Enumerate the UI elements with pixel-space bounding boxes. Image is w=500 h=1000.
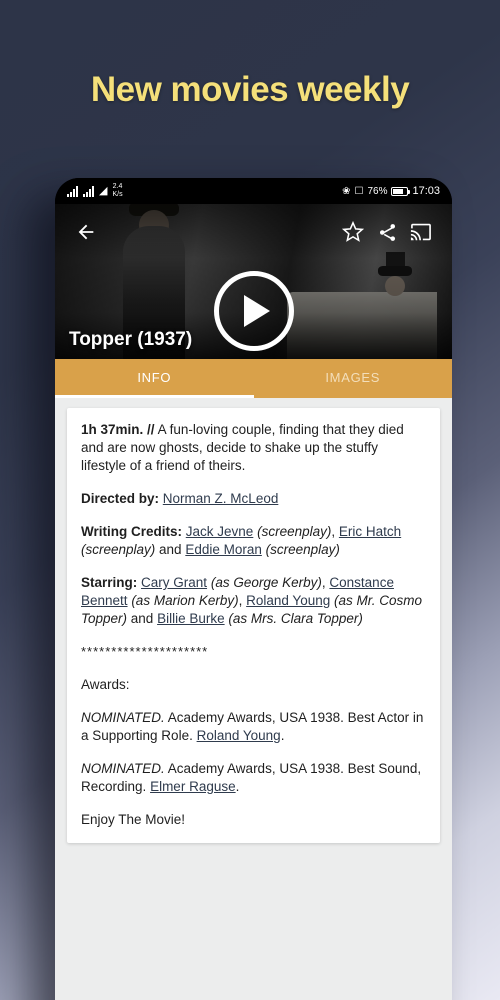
award-status: NOMINATED. [81, 710, 165, 725]
tab-images[interactable]: IMAGES [254, 359, 453, 395]
writer-sep: , [331, 524, 336, 539]
writer-role: (screenplay) [81, 542, 156, 557]
award-person-link[interactable]: Elmer Raguse [150, 779, 236, 794]
writing-credits-paragraph: Writing Credits: Jack Jevne (screenplay)… [81, 523, 426, 559]
award-status: NOMINATED. [81, 761, 165, 776]
tab-info[interactable]: INFO [55, 359, 254, 395]
info-panel: 1h 37min. // A fun-loving couple, findin… [55, 398, 452, 1000]
network-speed-unit: K/s [112, 191, 123, 198]
runtime: 1h 37min. [81, 422, 144, 437]
cast-icon[interactable] [404, 215, 438, 249]
signal-bars-icon [67, 185, 78, 197]
cast-sep: and [127, 611, 154, 626]
director-link[interactable]: Norman Z. McLeod [163, 491, 279, 506]
writer-role: (screenplay) [257, 524, 332, 539]
vibrate-icon: ☐ [354, 185, 364, 197]
star-icon[interactable] [336, 215, 370, 249]
writer-link[interactable]: Eric Hatch [339, 524, 401, 539]
award-tail: . [235, 779, 240, 794]
signal-bars-icon [83, 185, 94, 197]
cast-sep: , [321, 575, 326, 590]
info-card: 1h 37min. // A fun-loving couple, findin… [67, 408, 440, 843]
synopsis-paragraph: 1h 37min. // A fun-loving couple, findin… [81, 421, 426, 475]
battery-icon [391, 186, 411, 196]
starring-paragraph: Starring: Cary Grant (as George Kerby), … [81, 574, 426, 628]
cast-link[interactable]: Roland Young [246, 593, 330, 608]
award-person-link[interactable]: Roland Young [197, 728, 281, 743]
cast-link[interactable]: Billie Burke [157, 611, 225, 626]
writing-credits-label: Writing Credits: [81, 524, 182, 539]
bluetooth-icon: ❀ [342, 185, 351, 197]
network-speed: 2.4 K/s [112, 183, 122, 199]
directed-by-label: Directed by: [81, 491, 160, 506]
cast-role: (as Mrs. Clara Topper) [228, 611, 363, 626]
cast-sep: , [238, 593, 243, 608]
movie-title: Topper (1937) [69, 329, 193, 350]
back-arrow-icon[interactable] [69, 215, 103, 249]
status-bar: ◢ 2.4 K/s ❀ ☐ 76% 17:03 [55, 178, 452, 204]
cast-link[interactable]: Cary Grant [141, 575, 207, 590]
clock: 17:03 [412, 185, 440, 197]
award-entry: NOMINATED. Academy Awards, USA 1938. Bes… [81, 760, 426, 796]
starring-label: Starring: [81, 575, 138, 590]
battery-percent: 76% [367, 185, 388, 197]
director-paragraph: Directed by: Norman Z. McLeod [81, 490, 426, 508]
play-triangle [243, 295, 270, 327]
share-icon[interactable] [370, 215, 404, 249]
player-toolbar [55, 204, 452, 260]
writer-sep: and [155, 542, 182, 557]
writer-link[interactable]: Eddie Moran [185, 542, 262, 557]
section-divider: ********************* [81, 644, 209, 659]
tab-bar: INFO IMAGES [55, 359, 452, 395]
wifi-icon: ◢ [99, 184, 108, 197]
runtime-separator: // [147, 422, 155, 437]
play-circle-icon[interactable] [213, 271, 294, 351]
writer-role: (screenplay) [265, 542, 340, 557]
awards-label: Awards: [81, 677, 130, 692]
page-title: New movies weekly [90, 70, 410, 109]
phone-mockup: ◢ 2.4 K/s ❀ ☐ 76% 17:03 Topper (1937) IN… [55, 178, 452, 1000]
video-preview[interactable]: Topper (1937) [55, 204, 452, 359]
writer-link[interactable]: Jack Jevne [186, 524, 254, 539]
network-speed-value: 2.4 [112, 183, 123, 190]
award-entry: NOMINATED. Academy Awards, USA 1938. Bes… [81, 709, 426, 745]
cast-role: (as George Kerby) [210, 575, 322, 590]
cast-role: (as Marion Kerby) [131, 593, 239, 608]
award-tail: . [280, 728, 285, 743]
closing-message: Enjoy The Movie! [81, 812, 186, 827]
